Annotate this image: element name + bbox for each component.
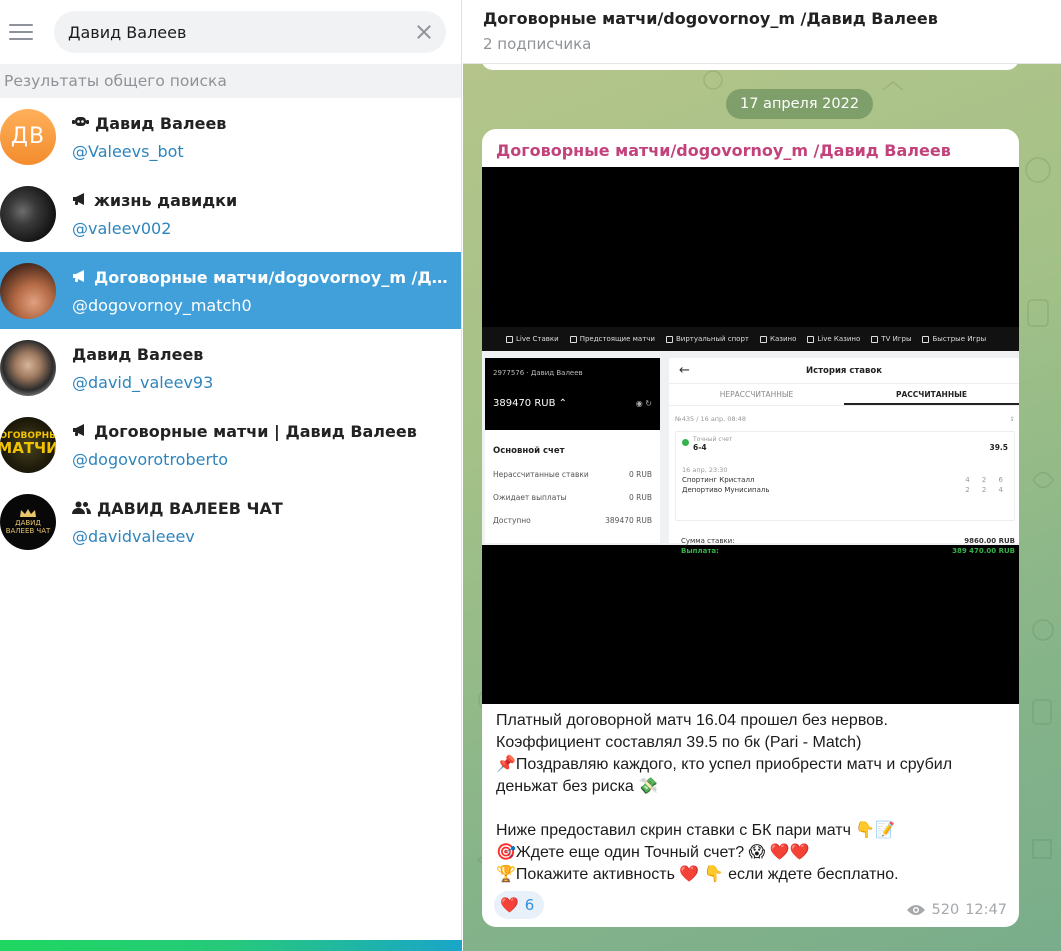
chat-title: Договорные матчи/dogovornoy_m /Давид Вал… — [483, 9, 938, 28]
date-separator: 17 апреля 2022 — [726, 89, 874, 119]
reaction-count: 6 — [524, 896, 535, 914]
match-time: 16 апр, 23:30 — [682, 466, 728, 474]
check-icon — [682, 439, 689, 446]
account-line: Нерассчитанные ставки 0 RUB — [493, 470, 652, 479]
result-title: жизнь давидки — [94, 190, 238, 210]
result-title: ДАВИД ВАЛЕЕВ ЧАТ — [97, 498, 283, 518]
message-line: 📌Поздравляю каждого, кто успел приобрест… — [496, 756, 953, 773]
result-title: Договорные матчи/dogovornoy_m /Давид Вал… — [94, 267, 449, 287]
message-line: Платный договорной матч 16.04 прошел без… — [496, 712, 888, 729]
history-tab-unsettled: НЕРАССЧИТАННЫЕ — [719, 390, 794, 399]
eye-icon — [906, 905, 925, 915]
megaphone-icon — [72, 268, 88, 287]
message-line — [496, 798, 1011, 820]
back-arrow-icon: ← — [679, 363, 690, 378]
nav-item: Live Ставки — [506, 335, 559, 343]
search-result-row[interactable]: жизнь давидки @valeev002 — [0, 175, 461, 252]
avatar — [0, 262, 56, 319]
payout-row: Выплата: 389 470.00 RUB — [681, 547, 1015, 555]
avatar: ДОГОВОРНЫЕ МАТЧИ — [0, 416, 56, 473]
main-account-label: Основной счет — [493, 446, 565, 456]
search-result-row[interactable]: ДАВИД ВАЛЕЕВ ЧАТ ДАВИД ВАЛЕЕВ ЧАТ @david… — [0, 483, 461, 560]
account-line: Ожидает выплаты 0 RUB — [493, 493, 652, 502]
avatar: ДАВИД ВАЛЕЕВ ЧАТ — [0, 493, 56, 550]
crown-icon — [20, 508, 36, 517]
group-icon — [72, 499, 91, 518]
nav-item: Виртуальный спорт — [665, 335, 749, 343]
search-result-row-selected[interactable]: Договорные матчи/dogovornoy_m /Давид Вал… — [0, 252, 461, 329]
message-meta: 520 12:47 — [906, 902, 1007, 918]
avatar-text: МАТЧИ — [0, 439, 56, 458]
nav-item: Казино — [759, 335, 796, 343]
bet-score: 6-4 — [693, 443, 707, 452]
bet-type: Точный счет — [693, 436, 733, 443]
nav-item: Быстрые Игры — [922, 335, 986, 343]
bet-odds: 39.5 — [989, 443, 1008, 452]
avatar — [0, 185, 56, 242]
stake-row: Сумма ставки: 9860.00 RUB — [681, 537, 1015, 545]
share-icon: ⇪ — [1009, 415, 1015, 423]
search-result-row[interactable]: Давид Валеев @david_valeev93 — [0, 329, 461, 406]
search-input[interactable] — [68, 22, 414, 42]
nav-item: Live Казино — [807, 335, 860, 343]
result-handle: @dogovorotroberto — [72, 450, 229, 469]
bet-id: №435 / 16 апр, 08:48 — [675, 415, 747, 423]
result-title: Давид Валеев — [95, 113, 227, 133]
result-handle: @david_valeev93 — [72, 373, 214, 392]
result-handle: @Valeevs_bot — [72, 142, 184, 161]
message-photo[interactable]: Live Ставки Предстоящие матчи Виртуальны… — [482, 167, 1019, 704]
nav-item: Предстоящие матчи — [569, 335, 655, 343]
result-title: Давид Валеев — [72, 344, 204, 364]
account-id: 2977576 · Давид Валеев — [493, 369, 583, 377]
message-bubble[interactable]: Договорные матчи/dogovornoy_m /Давид Вал… — [482, 129, 1019, 927]
history-title: История ставок — [805, 365, 883, 376]
megaphone-icon — [72, 191, 88, 210]
view-count: 520 — [931, 902, 960, 918]
section-header: Результаты общего поиска — [0, 64, 461, 98]
message-sender[interactable]: Договорные матчи/dogovornoy_m /Давид Вал… — [482, 129, 1019, 160]
avatar: ДВ — [0, 108, 56, 165]
search-result-row[interactable]: ДВ Давид Валеев @Valeevs_bot — [0, 98, 461, 175]
message-line: 🎯Ждете еще один Точный счет? 😱 ❤️❤️ — [496, 844, 810, 861]
bet-screenshot: Live Ставки Предстоящие матчи Виртуальны… — [482, 327, 1019, 555]
heart-icon: ❤️ — [500, 896, 519, 914]
avatar-text: ДАВИД ВАЛЕЕВ ЧАТ — [5, 518, 51, 535]
result-handle: @valeev002 — [72, 219, 172, 238]
search-topbar — [0, 0, 461, 64]
team-row: Спортинг Кристалл 4 2 6 — [682, 476, 1008, 484]
bet-history-card: ← История ставок НЕРАССЧИТАННЫЕ РАССЧИТА… — [669, 358, 1019, 555]
chat-header[interactable]: Договорные матчи/dogovornoy_m /Давид Вал… — [463, 0, 1061, 64]
account-line: Доступно 389470 RUB — [493, 516, 652, 525]
progress-strip — [0, 940, 462, 951]
nav-item: TV Игры — [871, 335, 911, 343]
message-line: 🏆Покажите активность ❤️ 👇 если ждете бес… — [496, 866, 899, 883]
history-tab-settled: РАССЧИТАННЫЕ — [844, 384, 1019, 405]
hamburger-menu-icon[interactable] — [8, 21, 34, 43]
chat-panel: Договорные матчи/dogovornoy_m /Давид Вал… — [463, 0, 1061, 951]
team-row: Депортиво Мунисипаль 2 2 4 — [682, 486, 1008, 494]
megaphone-icon — [72, 422, 88, 441]
message-line: Коэффициент составлял 39.5 по бк (Pari -… — [496, 734, 862, 751]
message-text: Платный договорной матч 16.04 прошел без… — [496, 710, 1011, 886]
account-balance: 389470 RUB ⌃ — [493, 398, 568, 409]
bot-icon — [72, 114, 89, 133]
message-line: Ниже предоставил скрин ставки с БК пари … — [496, 822, 896, 839]
search-sidebar: Результаты общего поиска ДВ Давид Валеев… — [0, 0, 462, 951]
message-line: деньжат без риска 💸 — [496, 778, 659, 795]
bookmaker-nav: Live Ставки Предстоящие матчи Виртуальны… — [482, 327, 1019, 351]
subscriber-count: 2 подписчика — [483, 35, 592, 53]
message-time: 12:47 — [965, 902, 1007, 918]
search-result-row[interactable]: ДОГОВОРНЫЕ МАТЧИ Договорные матчи | Дави… — [0, 406, 461, 483]
search-box[interactable] — [54, 11, 446, 53]
reaction-heart[interactable]: ❤️ 6 — [494, 891, 545, 919]
bet-card: Точный счет 6-4 39.5 16 апр, 23:30 Спорти… — [675, 431, 1015, 521]
result-handle: @dogovornoy_match0 — [72, 296, 252, 315]
result-title: Договорные матчи | Давид Валеев — [94, 421, 417, 441]
eye-icon: ◉ ↻ — [635, 399, 652, 408]
clear-search-icon[interactable] — [414, 22, 434, 42]
result-handle: @davidvaleeev — [72, 527, 195, 546]
account-card: 2977576 · Давид Валеев 389470 RUB ⌃ ◉ ↻ … — [485, 358, 660, 543]
avatar — [0, 339, 56, 396]
